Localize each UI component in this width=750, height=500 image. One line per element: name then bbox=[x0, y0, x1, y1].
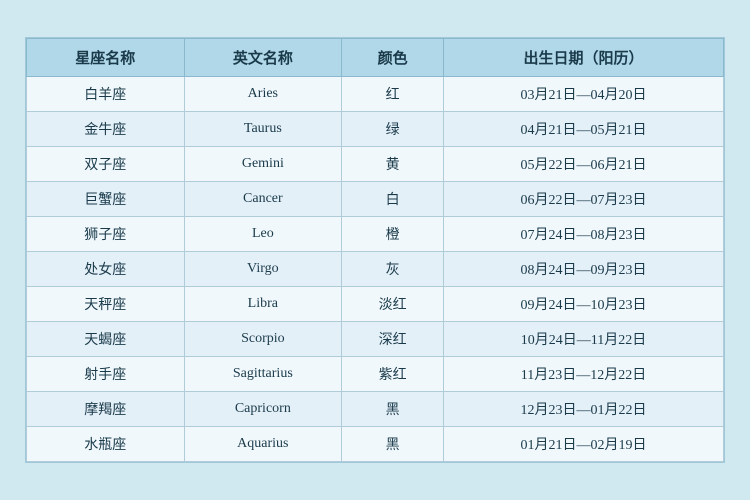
table-cell: 黄 bbox=[342, 147, 444, 182]
table-cell: Leo bbox=[184, 217, 342, 252]
table-row: 巨蟹座Cancer白06月22日—07月23日 bbox=[27, 182, 724, 217]
table-cell: 摩羯座 bbox=[27, 392, 185, 427]
zodiac-table: 星座名称英文名称颜色出生日期（阳历） 白羊座Aries红03月21日—04月20… bbox=[26, 38, 724, 462]
table-cell: Sagittarius bbox=[184, 357, 342, 392]
table-row: 狮子座Leo橙07月24日—08月23日 bbox=[27, 217, 724, 252]
table-row: 摩羯座Capricorn黑12月23日—01月22日 bbox=[27, 392, 724, 427]
table-cell: 水瓶座 bbox=[27, 427, 185, 462]
table-cell: Scorpio bbox=[184, 322, 342, 357]
table-cell: 白羊座 bbox=[27, 77, 185, 112]
table-row: 处女座Virgo灰08月24日—09月23日 bbox=[27, 252, 724, 287]
table-cell: 淡红 bbox=[342, 287, 444, 322]
table-cell: 04月21日—05月21日 bbox=[444, 112, 724, 147]
table-row: 射手座Sagittarius紫红11月23日—12月22日 bbox=[27, 357, 724, 392]
table-cell: 灰 bbox=[342, 252, 444, 287]
table-cell: 10月24日—11月22日 bbox=[444, 322, 724, 357]
table-row: 天秤座Libra淡红09月24日—10月23日 bbox=[27, 287, 724, 322]
column-header: 颜色 bbox=[342, 39, 444, 77]
table-cell: Virgo bbox=[184, 252, 342, 287]
table-cell: 05月22日—06月21日 bbox=[444, 147, 724, 182]
table-row: 天蝎座Scorpio深红10月24日—11月22日 bbox=[27, 322, 724, 357]
table-cell: 11月23日—12月22日 bbox=[444, 357, 724, 392]
table-cell: Aries bbox=[184, 77, 342, 112]
table-cell: Gemini bbox=[184, 147, 342, 182]
table-cell: Cancer bbox=[184, 182, 342, 217]
table-cell: 天蝎座 bbox=[27, 322, 185, 357]
table-row: 白羊座Aries红03月21日—04月20日 bbox=[27, 77, 724, 112]
table-cell: 处女座 bbox=[27, 252, 185, 287]
table-cell: 06月22日—07月23日 bbox=[444, 182, 724, 217]
table-cell: 深红 bbox=[342, 322, 444, 357]
table-cell: 红 bbox=[342, 77, 444, 112]
table-cell: 黑 bbox=[342, 427, 444, 462]
column-header: 英文名称 bbox=[184, 39, 342, 77]
table-cell: Libra bbox=[184, 287, 342, 322]
table-cell: 白 bbox=[342, 182, 444, 217]
table-cell: 08月24日—09月23日 bbox=[444, 252, 724, 287]
zodiac-table-container: 星座名称英文名称颜色出生日期（阳历） 白羊座Aries红03月21日—04月20… bbox=[25, 37, 725, 463]
table-row: 水瓶座Aquarius黑01月21日—02月19日 bbox=[27, 427, 724, 462]
table-cell: 03月21日—04月20日 bbox=[444, 77, 724, 112]
table-cell: 07月24日—08月23日 bbox=[444, 217, 724, 252]
table-cell: 双子座 bbox=[27, 147, 185, 182]
table-cell: Capricorn bbox=[184, 392, 342, 427]
table-cell: 紫红 bbox=[342, 357, 444, 392]
table-cell: 射手座 bbox=[27, 357, 185, 392]
table-cell: 绿 bbox=[342, 112, 444, 147]
table-cell: 狮子座 bbox=[27, 217, 185, 252]
table-body: 白羊座Aries红03月21日—04月20日金牛座Taurus绿04月21日—0… bbox=[27, 77, 724, 462]
table-cell: Aquarius bbox=[184, 427, 342, 462]
table-cell: Taurus bbox=[184, 112, 342, 147]
table-cell: 天秤座 bbox=[27, 287, 185, 322]
column-header: 星座名称 bbox=[27, 39, 185, 77]
table-cell: 01月21日—02月19日 bbox=[444, 427, 724, 462]
table-cell: 橙 bbox=[342, 217, 444, 252]
table-header-row: 星座名称英文名称颜色出生日期（阳历） bbox=[27, 39, 724, 77]
table-cell: 12月23日—01月22日 bbox=[444, 392, 724, 427]
table-row: 金牛座Taurus绿04月21日—05月21日 bbox=[27, 112, 724, 147]
table-cell: 巨蟹座 bbox=[27, 182, 185, 217]
table-cell: 黑 bbox=[342, 392, 444, 427]
table-cell: 09月24日—10月23日 bbox=[444, 287, 724, 322]
column-header: 出生日期（阳历） bbox=[444, 39, 724, 77]
table-row: 双子座Gemini黄05月22日—06月21日 bbox=[27, 147, 724, 182]
table-cell: 金牛座 bbox=[27, 112, 185, 147]
